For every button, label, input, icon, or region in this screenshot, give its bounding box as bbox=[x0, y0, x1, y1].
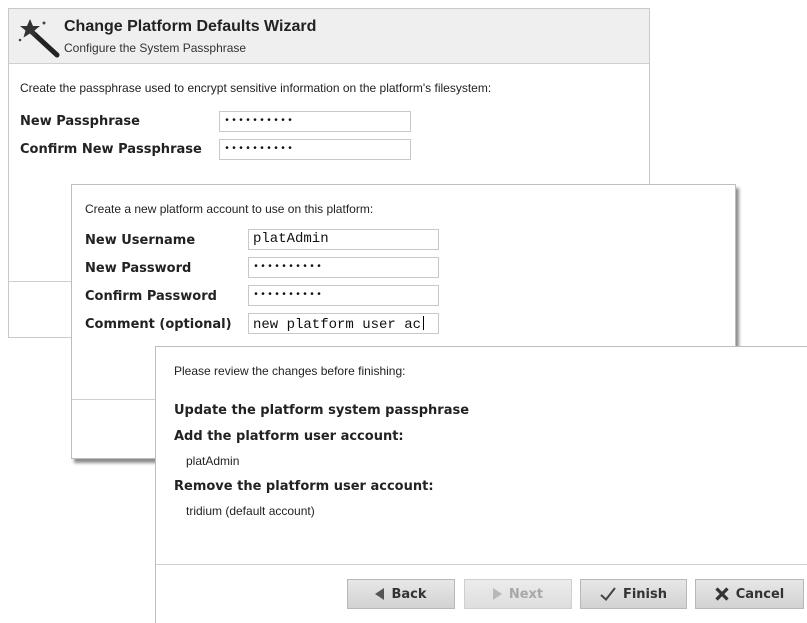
confirm-password-label: Confirm Password bbox=[85, 289, 217, 304]
username-field[interactable]: platAdmin bbox=[248, 229, 439, 250]
new-passphrase-field[interactable]: •••••••••• bbox=[219, 111, 411, 132]
password-label: New Password bbox=[85, 261, 192, 276]
comment-text: new platform user ac bbox=[253, 317, 422, 333]
triangle-left-icon bbox=[375, 588, 385, 600]
passphrase-intro: Create the passphrase used to encrypt se… bbox=[20, 81, 492, 95]
review-add-account-name: platAdmin bbox=[186, 454, 240, 468]
wizard-header: Change Platform Defaults Wizard Configur… bbox=[9, 9, 649, 64]
x-icon bbox=[715, 587, 729, 601]
confirm-passphrase-field[interactable]: •••••••••• bbox=[219, 139, 411, 160]
wizard-title: Change Platform Defaults Wizard bbox=[64, 18, 317, 35]
password-field[interactable]: •••••••••• bbox=[248, 257, 439, 278]
next-button-label: Next bbox=[508, 586, 544, 602]
magic-wand-icon bbox=[18, 19, 60, 58]
account-intro: Create a new platform account to use on … bbox=[85, 202, 374, 216]
cancel-button-label: Cancel bbox=[735, 586, 785, 602]
wizard-subtitle: Configure the System Passphrase bbox=[64, 41, 247, 55]
next-button[interactable]: Next bbox=[464, 579, 572, 609]
confirm-password-field[interactable]: •••••••••• bbox=[248, 285, 439, 306]
review-item-add-account: Add the platform user account: bbox=[174, 429, 404, 444]
text-cursor bbox=[423, 316, 425, 330]
confirm-passphrase-label: Confirm New Passphrase bbox=[20, 142, 202, 157]
checkmark-icon bbox=[600, 587, 616, 601]
review-intro: Please review the changes before finishi… bbox=[174, 364, 406, 378]
finish-button-label: Finish bbox=[622, 586, 668, 602]
back-button-label: Back bbox=[391, 586, 427, 602]
review-remove-account-name: tridium (default account) bbox=[186, 504, 315, 518]
finish-button[interactable]: Finish bbox=[580, 579, 687, 609]
username-label: New Username bbox=[85, 233, 196, 248]
cancel-button[interactable]: Cancel bbox=[695, 579, 804, 609]
review-item-remove-account: Remove the platform user account: bbox=[174, 479, 434, 494]
review-panel: Please review the changes before finishi… bbox=[155, 346, 807, 623]
review-item-passphrase: Update the platform system passphrase bbox=[174, 403, 470, 418]
comment-field[interactable]: new platform user ac bbox=[248, 313, 439, 334]
review-divider bbox=[156, 564, 807, 565]
new-passphrase-label: New Passphrase bbox=[20, 114, 140, 129]
comment-label: Comment (optional) bbox=[85, 317, 232, 332]
back-button[interactable]: Back bbox=[347, 579, 455, 609]
triangle-right-icon bbox=[492, 588, 502, 600]
